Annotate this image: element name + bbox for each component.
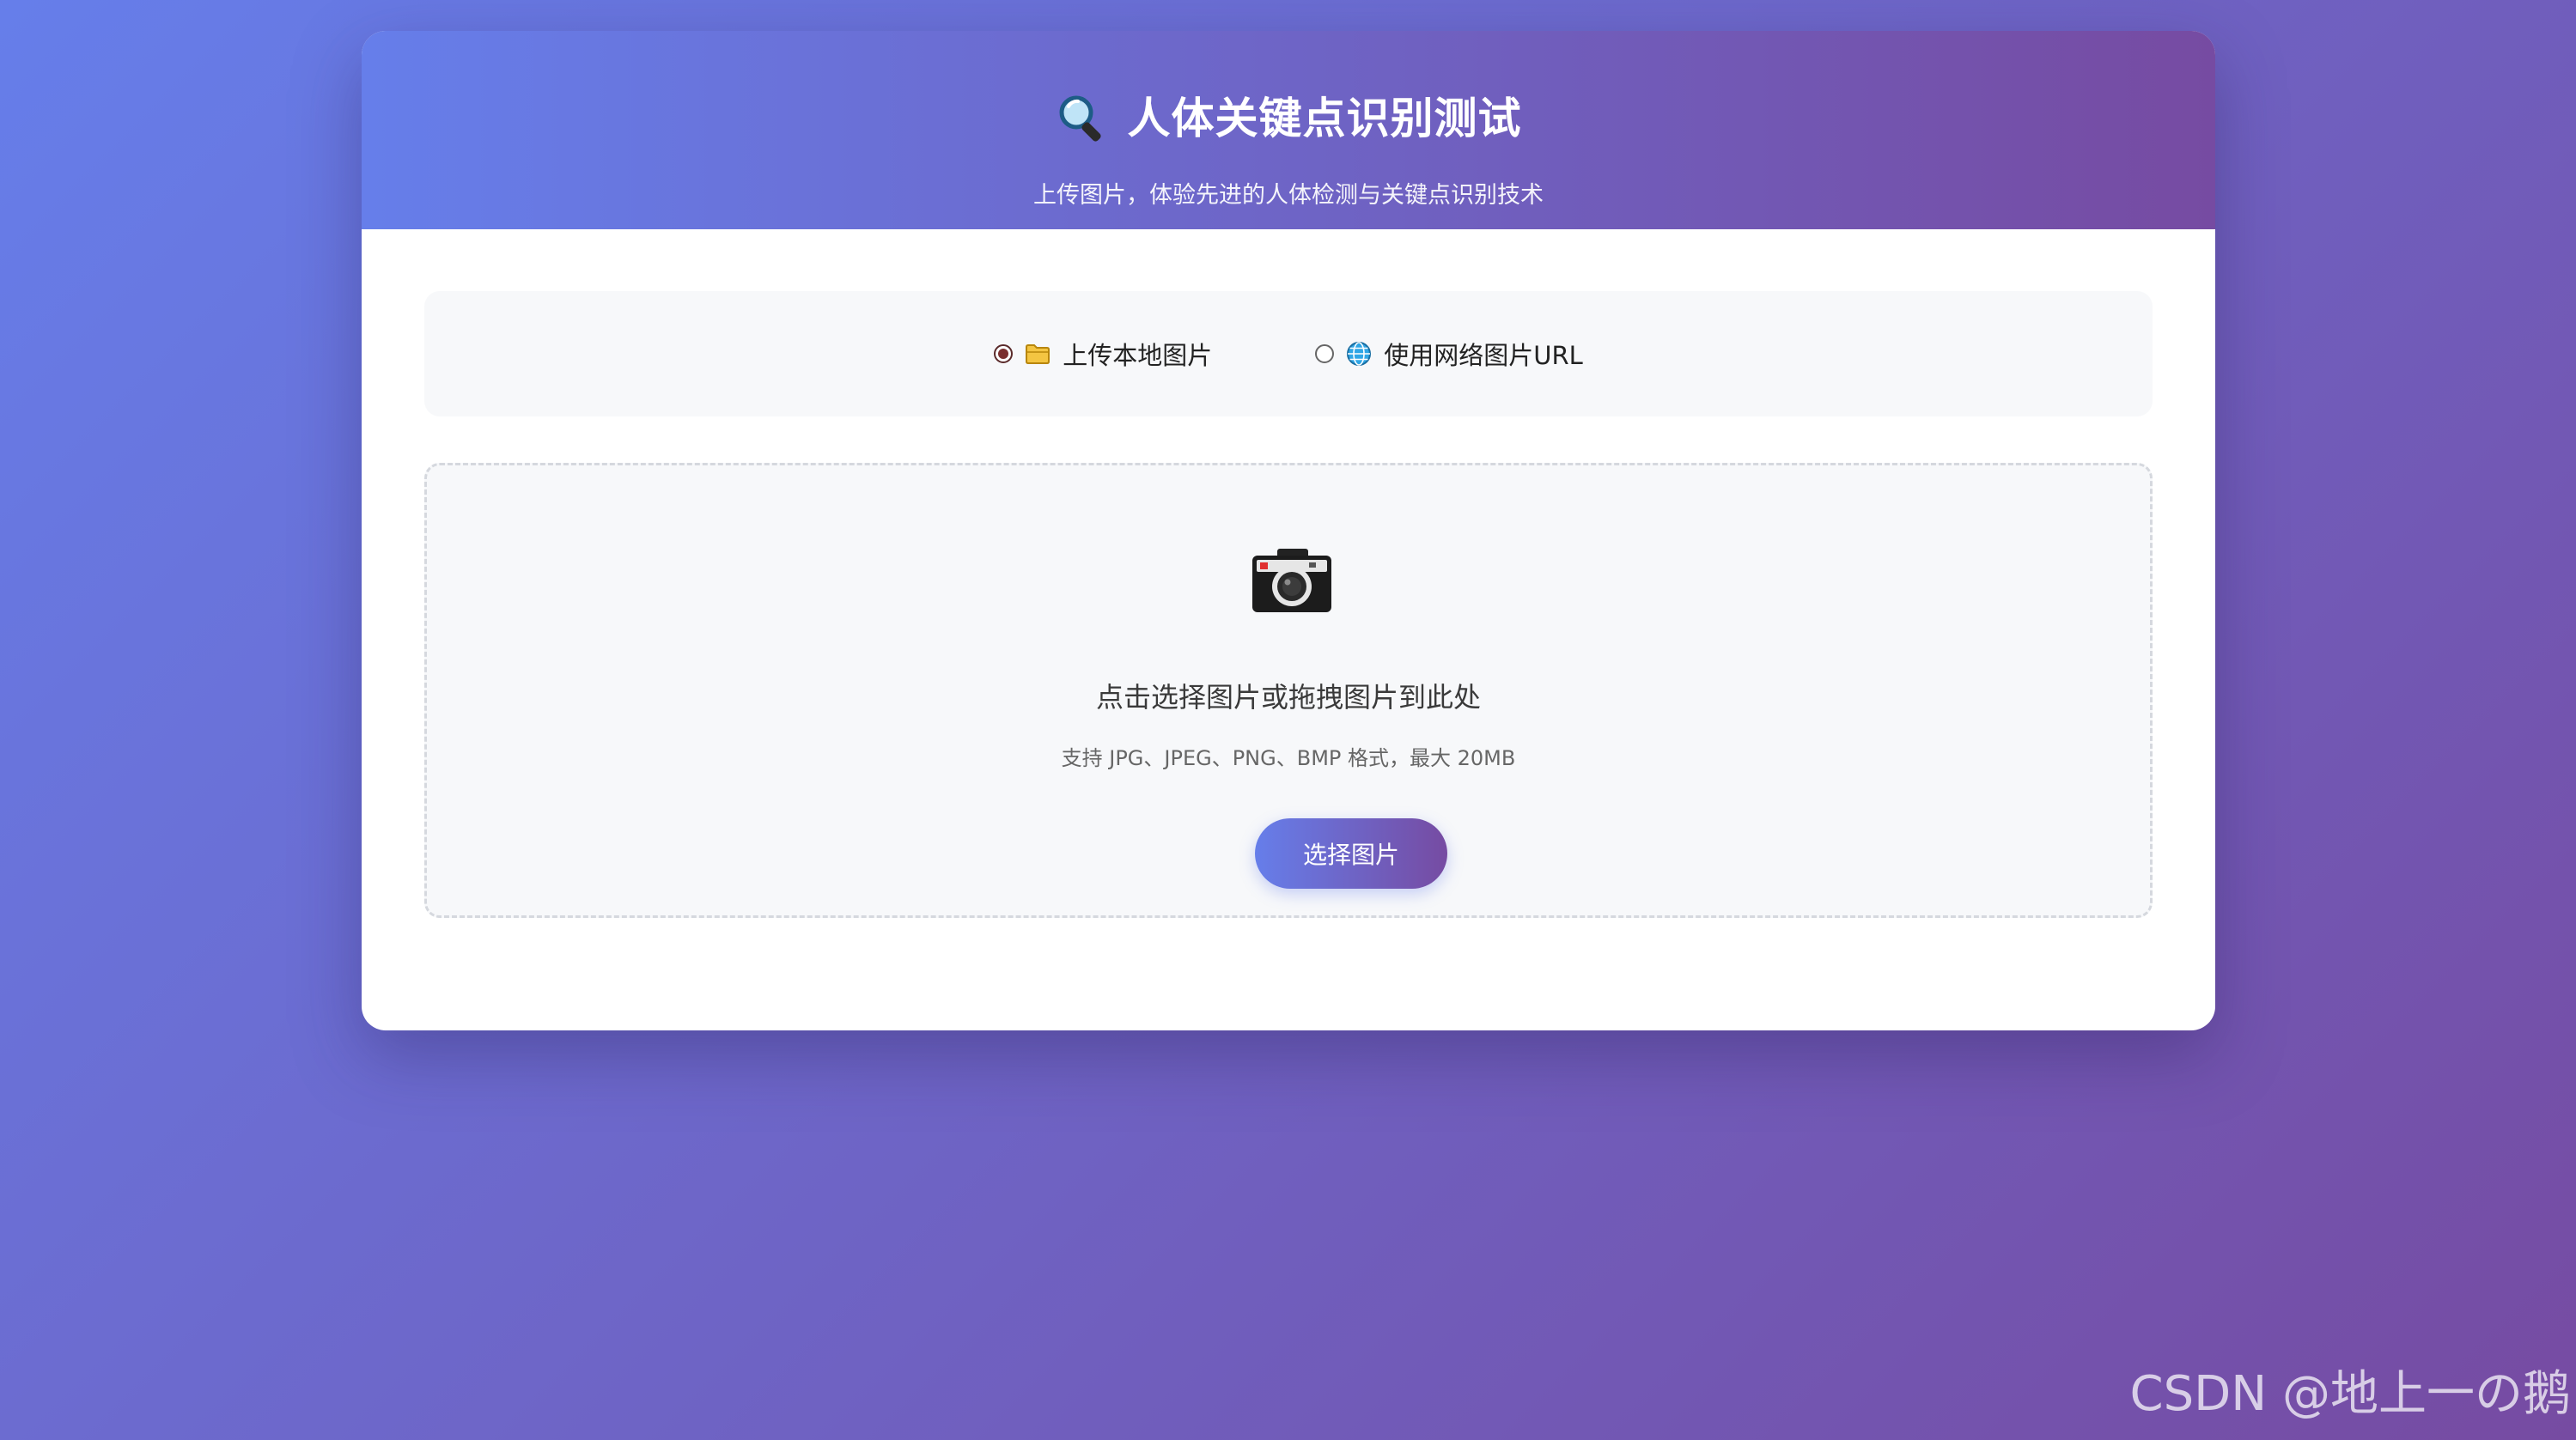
- page-subtitle: 上传图片，体验先进的人体检测与关键点识别技术: [1033, 182, 1544, 209]
- radio-url[interactable]: [1315, 344, 1335, 363]
- mode-option-url[interactable]: 使用网络图片URL: [1315, 336, 1583, 372]
- title-row: 人体关键点识别测试: [362, 77, 2215, 160]
- select-image-button[interactable]: 选择图片: [1255, 818, 1447, 889]
- globe-icon: [1346, 341, 1372, 367]
- header: 人体关键点识别测试 上传图片，体验先进的人体检测与关键点识别技术: [362, 31, 2215, 229]
- watermark: CSDN @地上一の鹅: [2129, 1366, 2571, 1422]
- page-title: 人体关键点识别测试: [1127, 94, 1522, 143]
- upload-mode-selector: 上传本地图片 使用网络图片URL: [424, 291, 2153, 416]
- mode-option-url-label: 使用网络图片URL: [1384, 341, 1583, 370]
- folder-icon: [1025, 343, 1050, 365]
- camera-icon: [1249, 545, 1335, 616]
- main-card: 人体关键点识别测试 上传图片，体验先进的人体检测与关键点识别技术 上传本地图片: [362, 31, 2215, 1030]
- radio-local[interactable]: [994, 344, 1014, 363]
- mode-option-local-label: 上传本地图片: [1063, 341, 1213, 370]
- mode-option-local[interactable]: 上传本地图片: [994, 336, 1212, 372]
- dropzone-format-hint: 支持 JPG、JPEG、PNG、BMP 格式，最大 20MB: [1061, 746, 1516, 770]
- image-dropzone[interactable]: 点击选择图片或拖拽图片到此处 支持 JPG、JPEG、PNG、BMP 格式，最大…: [424, 463, 2153, 918]
- dropzone-prompt: 点击选择图片或拖拽图片到此处: [1095, 681, 1481, 714]
- magnifier-icon: [1056, 92, 1109, 145]
